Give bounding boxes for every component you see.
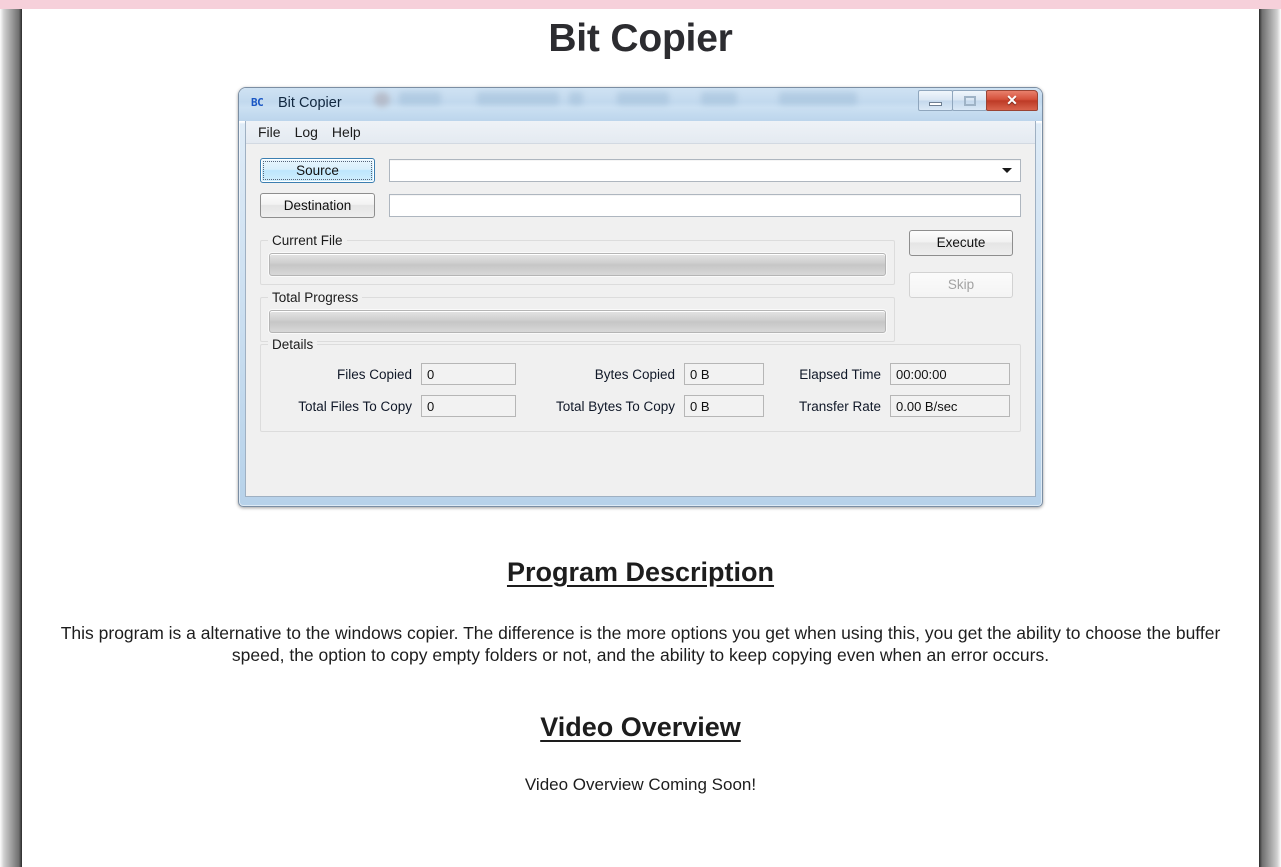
source-path-combobox[interactable] (389, 159, 1021, 182)
page-right-edge-gradient (1259, 9, 1281, 867)
glass-blur-artifact (477, 92, 559, 105)
bytes-copied-value (684, 363, 764, 385)
window-title: Bit Copier (278, 95, 342, 111)
menubar: File Log Help (246, 121, 1035, 144)
transfer-rate-label: Transfer Rate (798, 398, 881, 414)
glass-blur-artifact (779, 92, 857, 105)
form-area: Source Destination Current File Total Pr… (246, 144, 1035, 432)
execute-button[interactable]: Execute (909, 230, 1013, 256)
maximize-icon (963, 95, 976, 106)
elapsed-time-value (890, 363, 1010, 385)
current-file-label: Current File (268, 233, 347, 248)
page-content-sheet: Bit Copier BC Bit Copier ✕ File Log Help… (22, 9, 1259, 867)
minimize-button[interactable] (918, 90, 953, 111)
menu-item-log[interactable]: Log (291, 123, 326, 142)
transfer-rate-value (890, 395, 1010, 417)
total-bytes-to-copy-value (684, 395, 764, 417)
source-row: Source (260, 158, 1021, 183)
app-window-screenshot: BC Bit Copier ✕ File Log Help Source Des… (238, 87, 1043, 507)
details-groupbox: Details Files Copied Bytes Copied Elapse… (260, 337, 1021, 432)
close-button[interactable]: ✕ (986, 90, 1038, 111)
video-overview-note: Video Overview Coming Soon! (524, 775, 757, 794)
app-window-frame: BC Bit Copier ✕ File Log Help Source Des… (238, 87, 1043, 507)
current-file-progressbar (269, 253, 886, 276)
source-browse-button[interactable]: Source (260, 158, 375, 183)
page-left-edge-gradient (0, 9, 22, 867)
window-control-buttons: ✕ (918, 90, 1038, 111)
destination-field-wrap (389, 194, 1021, 217)
destination-row: Destination (260, 193, 1021, 218)
total-files-to-copy-label: Total Files To Copy (298, 398, 412, 414)
program-description-heading: Program Description (506, 557, 775, 587)
total-progress-groupbox: Total Progress (260, 290, 895, 342)
total-progress-label: Total Progress (268, 290, 363, 305)
glass-blur-artifact (617, 92, 669, 105)
current-file-groupbox: Current File (260, 233, 895, 285)
window-client-area: File Log Help Source Destination Current… (245, 121, 1036, 497)
program-description-text: This program is a alternative to the win… (60, 623, 1221, 665)
files-copied-value (421, 363, 516, 385)
bc-logo-icon: BC (251, 96, 264, 109)
total-progress-progressbar (269, 310, 886, 333)
total-bytes-to-copy-label: Total Bytes To Copy (555, 398, 675, 414)
actions-column: Execute Skip (909, 228, 1021, 314)
destination-browse-button[interactable]: Destination (260, 193, 375, 218)
details-grid: Files Copied Bytes Copied Elapsed Time T… (269, 357, 1012, 423)
minimize-icon (929, 101, 942, 106)
skip-button: Skip (909, 272, 1013, 298)
glass-blur-artifact (569, 92, 583, 105)
glass-blur-artifact (701, 92, 737, 105)
total-files-to-copy-value (421, 395, 516, 417)
maximize-button[interactable] (952, 90, 987, 111)
glass-blur-artifact (399, 92, 441, 105)
source-field-wrap (389, 159, 1021, 182)
details-label: Details (268, 337, 318, 352)
page-top-accent-band (0, 0, 1281, 9)
destination-path-input[interactable] (389, 194, 1021, 217)
files-copied-label: Files Copied (336, 366, 412, 382)
elapsed-time-label: Elapsed Time (799, 366, 881, 382)
bytes-copied-label: Bytes Copied (594, 366, 675, 382)
video-overview-heading: Video Overview (540, 712, 741, 742)
window-titlebar[interactable]: BC Bit Copier ✕ (239, 88, 1042, 121)
glass-blur-artifact (374, 92, 390, 107)
menu-item-help[interactable]: Help (328, 123, 369, 142)
page-title: Bit Copier (548, 17, 733, 60)
close-icon: ✕ (1006, 92, 1018, 108)
progress-column: Current File Total Progress (260, 228, 895, 342)
menu-item-file[interactable]: File (254, 123, 289, 142)
progress-and-actions-row: Current File Total Progress Execute Skip (260, 228, 1021, 342)
page-root: Bit Copier BC Bit Copier ✕ File Log Help… (0, 0, 1281, 867)
